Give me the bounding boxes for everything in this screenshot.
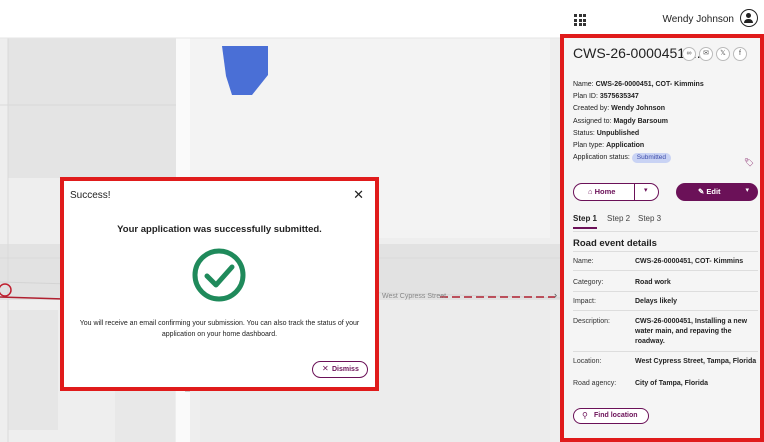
divider [573, 270, 758, 271]
mail-icon[interactable]: ✉ [699, 47, 713, 61]
step-tabs: Step 1 Step 2 Step 3 [573, 214, 758, 232]
success-dialog: Success! ✕ Your application was successf… [64, 181, 375, 387]
divider [573, 310, 758, 311]
divider [573, 291, 758, 292]
meta-label: Application status: [573, 154, 630, 162]
detail-label: Road agency: [573, 380, 617, 387]
meta-label: Created by: [573, 105, 610, 113]
home-button[interactable]: ⌂ Home ▾ [573, 183, 659, 201]
meta-label: Plan type: [573, 142, 605, 150]
meta-value: Application [606, 142, 645, 150]
street-label: West Cypress Street [382, 293, 447, 300]
close-icon: ✕ [322, 364, 329, 373]
dialog-title: Success! [70, 190, 111, 201]
check-circle-icon [192, 248, 246, 302]
detail-value: Delays likely [635, 298, 678, 305]
detail-label: Impact: [573, 298, 596, 305]
detail-label: Location: [573, 358, 602, 365]
meta-label: Assigned to: [573, 117, 612, 125]
detail-value: CWS-26-0000451, Installing a new water m… [635, 318, 748, 345]
home-label: Home [594, 187, 616, 196]
dialog-headline: Your application was successfully submit… [117, 224, 322, 235]
grid-icon[interactable] [574, 14, 586, 26]
dismiss-button[interactable]: ✕ Dismiss [312, 361, 368, 378]
edit-label: Edit [706, 187, 721, 196]
section-title: Road event details [573, 238, 657, 249]
user-name[interactable]: Wendy Johnson [662, 14, 734, 25]
tab-step-2[interactable]: Step 2 [607, 214, 630, 223]
detail-value: Road work [635, 279, 671, 286]
detail-label: Name: [573, 258, 594, 265]
plan-details-panel: CWS-26-0000451, ... ∞ ✉ 𝕏 f Name: CWS-26… [562, 38, 764, 442]
divider [573, 351, 758, 352]
meta-value: Unpublished [596, 129, 640, 137]
x-icon[interactable]: 𝕏 [716, 47, 730, 61]
detail-value: West Cypress Street, Tampa, Florida [635, 358, 757, 365]
find-location-button[interactable]: ⚲ Find location [573, 408, 649, 424]
tabs-underline [573, 231, 758, 232]
status-badge: Submitted [631, 153, 672, 164]
detail-value: City of Tampa, Florida [635, 380, 708, 387]
meta-value: CWS-26-0000451, COT- Kimmins [595, 81, 704, 88]
divider [573, 251, 758, 252]
detail-value: CWS-26-0000451, COT- Kimmins [635, 258, 744, 265]
tab-step-3[interactable]: Step 3 [638, 214, 661, 223]
edit-button[interactable]: ✎ Edit ▾ [676, 183, 758, 201]
user-icon[interactable] [740, 9, 758, 27]
meta-label: Name: [573, 81, 594, 88]
detail-label: Description: [573, 318, 610, 325]
plan-meta: Name: CWS-26-0000451, COT- Kimmins Plan … [573, 79, 704, 164]
meta-label: Status: [573, 129, 595, 137]
map-pin-icon: ⚲ [582, 411, 588, 420]
close-icon[interactable]: ✕ [353, 187, 364, 203]
meta-value: 3575635347 [599, 93, 639, 101]
link-icon[interactable]: ∞ [682, 47, 696, 61]
divider [634, 184, 635, 200]
facebook-icon[interactable]: f [733, 47, 747, 61]
chevron-down-icon[interactable]: ▾ [745, 186, 749, 194]
tab-step-1[interactable]: Step 1 [573, 214, 598, 229]
home-button-label: ⌂ Home [588, 187, 616, 196]
dismiss-label: Dismiss [332, 365, 359, 373]
tag-icon[interactable]: 🏷︎ [744, 158, 754, 167]
meta-value: Magdy Barsoum [613, 117, 668, 125]
meta-value: Wendy Johnson [611, 105, 666, 113]
meta-label: Plan ID: [573, 93, 598, 101]
chevron-down-icon[interactable]: ▾ [644, 186, 648, 194]
chevron-right-icon[interactable]: › [554, 290, 557, 300]
top-bar: Wendy Johnson [562, 0, 764, 39]
find-location-label: Find location [594, 412, 638, 419]
edit-button-label: ✎ Edit [698, 187, 721, 196]
dialog-body: You will receive an email confirming you… [79, 320, 360, 338]
detail-label: Category: [573, 279, 604, 286]
